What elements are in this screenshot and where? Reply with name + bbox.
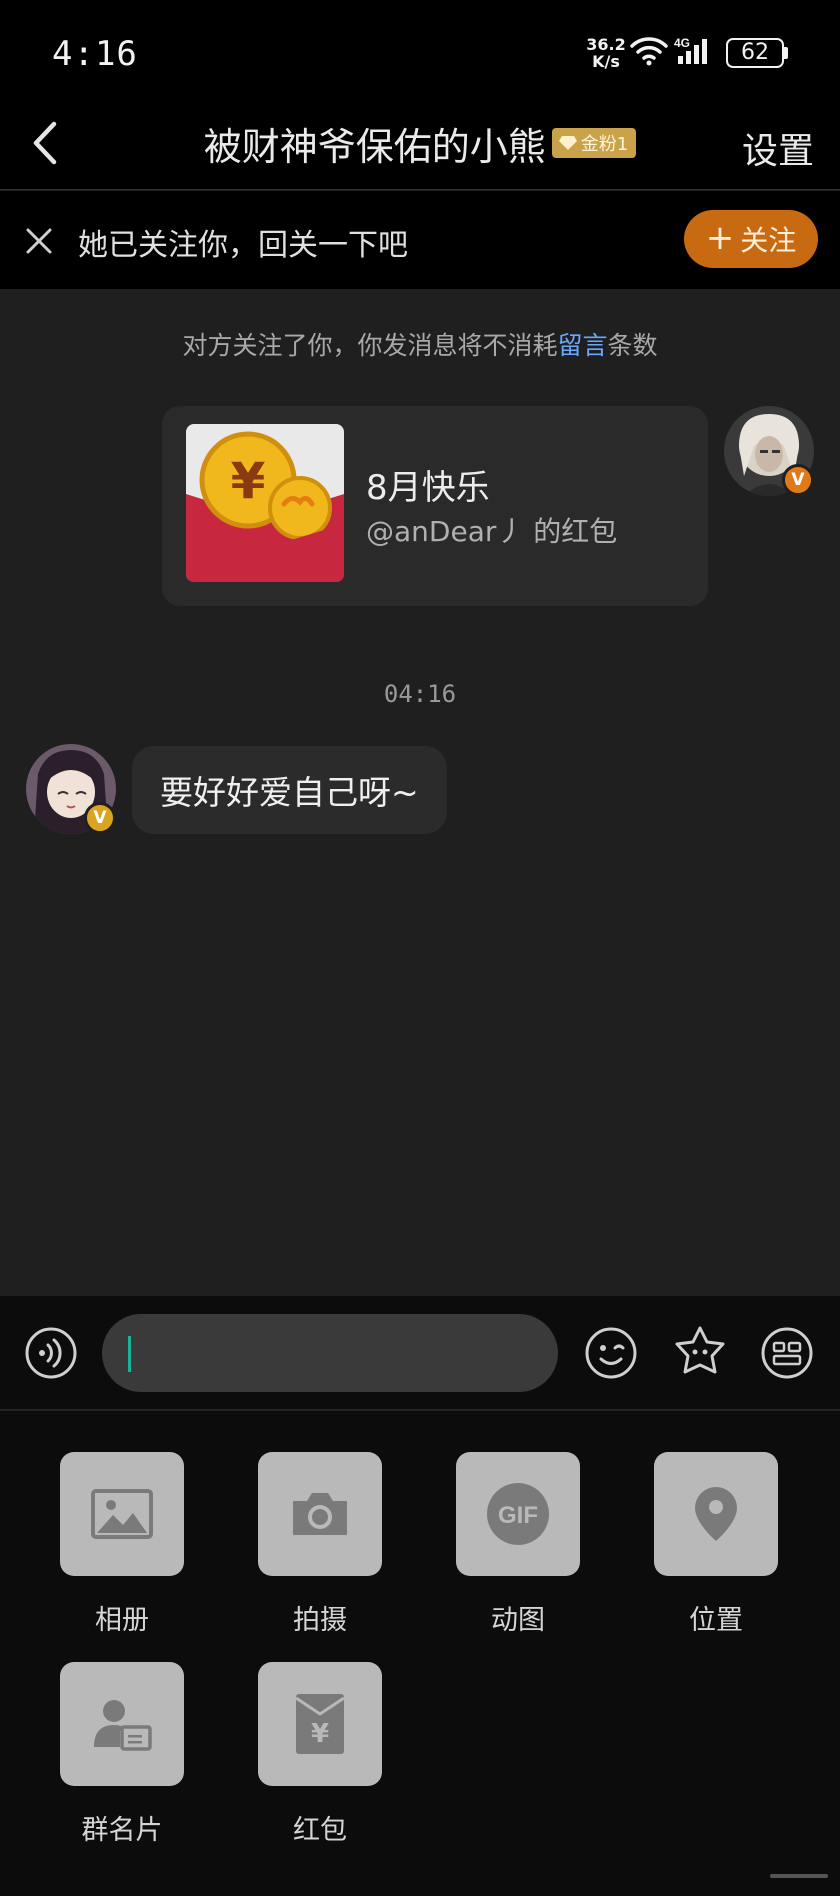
network-speed-value: 36.2 <box>586 35 626 54</box>
title-wrap: 被财神爷保佑的小熊 金粉1 <box>0 116 840 171</box>
diamond-icon <box>558 136 577 150</box>
message-timestamp: 04:16 <box>383 680 457 708</box>
tool-location-tile[interactable] <box>654 1452 778 1576</box>
red-packet-thumbnail: ¥ <box>186 424 344 582</box>
svg-text:GIF: GIF <box>498 1502 538 1529</box>
tool-gif[interactable]: GIF 动图 <box>456 1452 580 1637</box>
close-icon[interactable] <box>24 226 54 256</box>
red-packet-sender: @anDear丿 的红包 <box>366 515 618 548</box>
camera-icon <box>293 1493 347 1535</box>
tool-contact-card-tile[interactable] <box>60 1662 184 1786</box>
tool-label: 红包 <box>293 1815 347 1846</box>
tool-contact-card[interactable]: 群名片 <box>60 1662 184 1847</box>
text-caret <box>128 1336 131 1372</box>
follow-button-label: 关注 <box>740 224 797 257</box>
network-type: 4G <box>674 36 690 50</box>
tool-album-tile[interactable] <box>60 1452 184 1576</box>
image-icon <box>91 1489 153 1539</box>
tool-location[interactable]: 位置 <box>654 1452 778 1637</box>
red-packet-title: 8月快乐 <box>366 468 490 508</box>
follow-prompt-text: 她已关注你，回关一下吧 <box>78 228 408 263</box>
sticker-icon[interactable] <box>672 1324 728 1380</box>
battery-tip <box>784 47 788 59</box>
network-speed: 36.2 K/s <box>584 36 628 70</box>
plus-icon: + <box>705 217 735 258</box>
tool-red-packet-tile[interactable]: ¥ <box>258 1662 382 1786</box>
voice-input-icon[interactable] <box>24 1326 78 1380</box>
tool-label: 位置 <box>689 1605 743 1636</box>
tool-label: 群名片 <box>81 1815 163 1846</box>
notice-prefix: 对方关注了你，你发消息将不消耗 <box>182 331 558 360</box>
verified-mark: V <box>93 808 107 828</box>
fan-level-text: 金粉1 <box>580 134 629 155</box>
svg-text:¥: ¥ <box>231 452 266 510</box>
tool-label: 动图 <box>491 1605 545 1636</box>
contact-card-icon <box>94 1700 152 1751</box>
verified-badge: V <box>84 802 116 834</box>
emoji-icon[interactable] <box>584 1326 638 1380</box>
tool-album[interactable]: 相册 <box>60 1452 184 1637</box>
message-input[interactable] <box>102 1314 558 1392</box>
verified-mark: V <box>791 470 805 490</box>
more-panel-icon[interactable] <box>760 1326 814 1380</box>
gif-icon: GIF <box>487 1483 549 1545</box>
battery-icon: 62 <box>726 38 784 68</box>
settings-button[interactable]: 设置 <box>742 122 814 174</box>
verified-badge: V <box>782 464 814 496</box>
chat-header: 被财神爷保佑的小熊 金粉1 设置 <box>0 100 840 190</box>
message-quota-link[interactable]: 留言 <box>557 331 607 360</box>
home-indicator <box>770 1874 828 1878</box>
incoming-message-text: 要好好爱自己呀~ <box>160 773 419 812</box>
svg-text:¥: ¥ <box>311 1719 329 1749</box>
tool-label: 相册 <box>95 1605 149 1636</box>
follow-back-button[interactable]: + 关注 <box>684 210 818 268</box>
tool-camera[interactable]: 拍摄 <box>258 1452 382 1637</box>
fan-level-badge: 金粉1 <box>551 128 637 158</box>
system-notice: 对方关注了你，你发消息将不消耗留言条数 <box>0 326 840 362</box>
network-speed-unit: K/s <box>592 52 620 71</box>
tool-red-packet[interactable]: ¥ 红包 <box>258 1662 382 1847</box>
cellular-signal-icon: 4G <box>674 36 707 64</box>
location-icon <box>695 1487 737 1541</box>
tool-gif-tile[interactable]: GIF <box>456 1452 580 1576</box>
battery-level: 62 <box>741 40 769 65</box>
status-time: 4:16 <box>52 34 138 74</box>
incoming-message-bubble[interactable]: 要好好爱自己呀~ <box>132 746 447 834</box>
tool-camera-tile[interactable] <box>258 1452 382 1576</box>
conversation-title[interactable]: 被财神爷保佑的小熊 <box>204 116 546 171</box>
red-packet-icon: ¥ <box>295 1694 345 1754</box>
tool-label: 拍摄 <box>293 1605 347 1636</box>
notice-suffix: 条数 <box>607 331 658 360</box>
wifi-icon <box>630 37 668 66</box>
